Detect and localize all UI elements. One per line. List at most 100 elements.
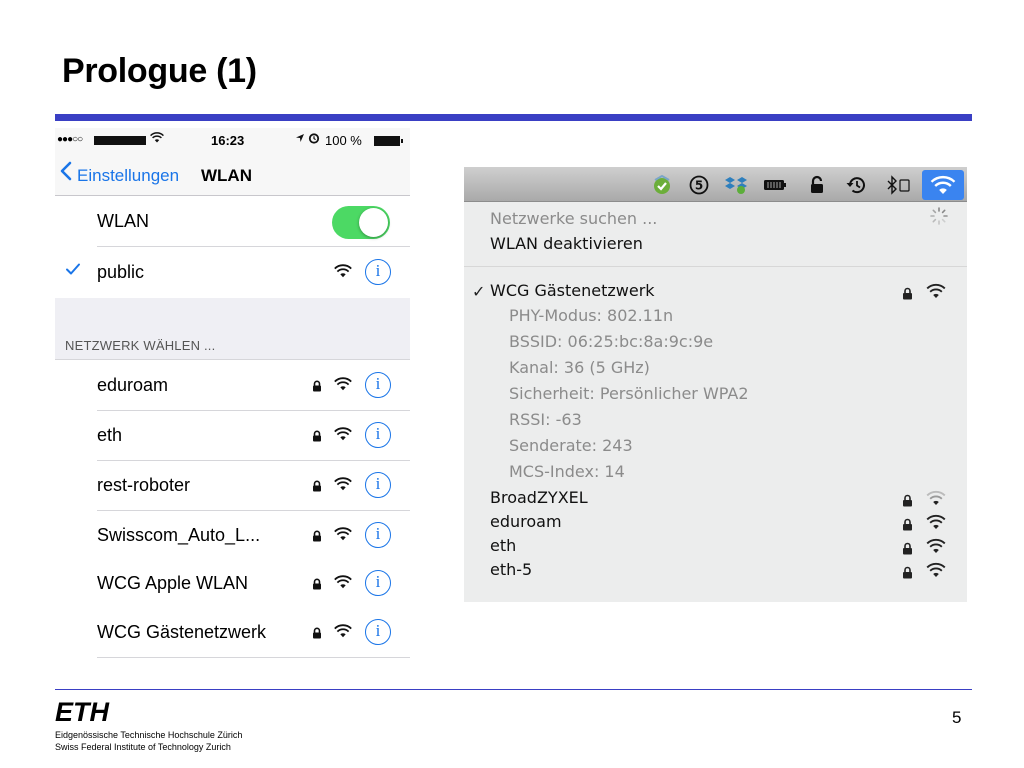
section-gap: NETZWERK WÄHLEN ...	[55, 298, 410, 360]
network-row[interactable]: WCG Gästenetzwerk i	[55, 608, 410, 658]
wifi-menubar-button[interactable]	[922, 170, 964, 200]
network-name: rest-roboter	[97, 475, 191, 495]
connected-network-name: public	[97, 262, 145, 282]
alarm-clock-icon	[308, 132, 320, 147]
wifi-icon	[926, 514, 946, 534]
lock-icon	[902, 285, 913, 304]
nav-title: WLAN	[201, 166, 252, 185]
lock-icon	[902, 516, 913, 535]
wlan-toggle-label: WLAN	[97, 211, 150, 231]
row-separator	[97, 657, 410, 658]
wifi-icon	[334, 377, 352, 396]
dropbox-icon[interactable]	[724, 175, 748, 195]
detail-channel: Kanal: 36 (5 GHz)	[509, 358, 650, 377]
network-name: eth	[97, 425, 123, 445]
ios-status-bar: ●●●○○ 16:23 100 %	[55, 128, 410, 152]
checkmark-icon	[65, 260, 81, 281]
lock-icon	[312, 429, 322, 447]
lock-icon	[312, 626, 322, 644]
lock-icon	[312, 479, 322, 497]
title-rule	[55, 114, 972, 121]
back-chevron-icon[interactable]	[59, 161, 73, 181]
network-row[interactable]: WCG Apple WLAN i	[55, 559, 410, 609]
mac-menubar: 5	[464, 167, 967, 202]
network-item[interactable]: BroadZYXEL	[490, 488, 588, 507]
battery-icon[interactable]	[763, 175, 787, 195]
toggle-knob	[359, 208, 388, 237]
wifi-icon	[334, 264, 352, 283]
wifi-icon	[334, 624, 352, 643]
detail-tx-rate: Senderate: 243	[509, 436, 633, 455]
status-time: 16:23	[211, 133, 245, 148]
bluetooth-icon[interactable]	[885, 175, 913, 195]
connected-network-row[interactable]: public i	[55, 248, 410, 298]
connected-network-item[interactable]: WCG Gästenetzwerk	[490, 281, 655, 300]
checkmark-shield-icon[interactable]	[650, 174, 674, 195]
network-name: Swisscom_Auto_L...	[97, 525, 261, 545]
wifi-icon	[334, 477, 352, 496]
network-item[interactable]: eth	[490, 536, 516, 555]
info-button[interactable]: i	[365, 570, 391, 596]
checkmark-icon: ✓	[472, 282, 486, 301]
wifi-icon	[926, 538, 946, 558]
mac-wifi-menu: 5 Netzwerke suchen ... WLAN deaktivieren…	[464, 167, 967, 602]
status-wifi-icon	[150, 132, 164, 146]
wlan-toggle-row: WLAN	[55, 197, 410, 247]
institution-name-en: Swiss Federal Institute of Technology Zu…	[55, 742, 231, 752]
wifi-icon	[926, 562, 946, 582]
menu-separator	[464, 266, 967, 267]
signal-strength-icon: ●●●○○	[57, 134, 83, 145]
info-button[interactable]: i	[365, 372, 391, 398]
time-machine-icon[interactable]	[845, 175, 867, 195]
disable-wifi-item[interactable]: WLAN deaktivieren	[490, 234, 643, 253]
wifi-icon	[334, 575, 352, 594]
network-name: eduroam	[97, 375, 169, 395]
network-row[interactable]: eth i	[55, 411, 410, 461]
wifi-icon	[926, 490, 946, 510]
section-header: NETZWERK WÄHLEN ...	[65, 338, 216, 353]
info-button[interactable]: i	[365, 422, 391, 448]
detail-security: Sicherheit: Persönlicher WPA2	[509, 384, 749, 403]
ios-nav-bar: Einstellungen WLAN	[55, 152, 410, 196]
loading-spinner-icon	[930, 207, 948, 225]
institution-name-de: Eidgenössische Technische Hochschule Zür…	[55, 730, 243, 740]
wlan-toggle-switch[interactable]	[332, 206, 390, 239]
page-number: 5	[952, 708, 962, 727]
lock-icon	[902, 564, 913, 583]
battery-percent: 100 %	[325, 133, 362, 148]
back-button[interactable]: Einstellungen	[77, 166, 179, 186]
eth-logo: ETH	[55, 697, 109, 727]
info-button[interactable]: i	[365, 472, 391, 498]
battery-tip	[401, 139, 403, 143]
location-arrow-icon	[295, 132, 305, 146]
footer-rule	[55, 689, 972, 690]
network-name: WCG Apple WLAN	[97, 573, 249, 593]
lock-icon	[312, 577, 322, 595]
network-item[interactable]: eth-5	[490, 560, 532, 579]
network-name: WCG Gästenetzwerk	[97, 622, 267, 642]
wifi-icon	[334, 527, 352, 546]
detail-mcs-index: MCS-Index: 14	[509, 462, 625, 481]
svg-text:5: 5	[695, 179, 703, 193]
info-button[interactable]: i	[365, 259, 391, 285]
detail-phy-mode: PHY-Modus: 802.11n	[509, 306, 674, 325]
ios-wlan-settings: ●●●○○ 16:23 100 % Einstellungen WLAN WLA…	[55, 128, 410, 668]
info-button[interactable]: i	[365, 522, 391, 548]
network-row[interactable]: rest-roboter i	[55, 461, 410, 511]
network-row[interactable]: Swisscom_Auto_L... i	[55, 511, 410, 561]
lock-icon	[902, 492, 913, 511]
battery-icon	[374, 136, 400, 146]
wifi-icon	[930, 175, 956, 194]
lock-icon	[312, 379, 322, 397]
network-row[interactable]: eduroam i	[55, 361, 410, 411]
scan-networks-item: Netzwerke suchen ...	[490, 209, 658, 228]
wifi-dropdown: Netzwerke suchen ... WLAN deaktivieren ✓…	[464, 203, 967, 602]
info-button[interactable]: i	[365, 619, 391, 645]
carrier-redacted	[94, 136, 146, 145]
wifi-icon	[926, 283, 946, 303]
lock-icon[interactable]	[809, 175, 825, 195]
detail-bssid: BSSID: 06:25:bc:8a:9c:9e	[509, 332, 714, 351]
network-item[interactable]: eduroam	[490, 512, 562, 531]
wifi-icon	[334, 427, 352, 446]
s-badge-icon[interactable]: 5	[689, 175, 709, 195]
